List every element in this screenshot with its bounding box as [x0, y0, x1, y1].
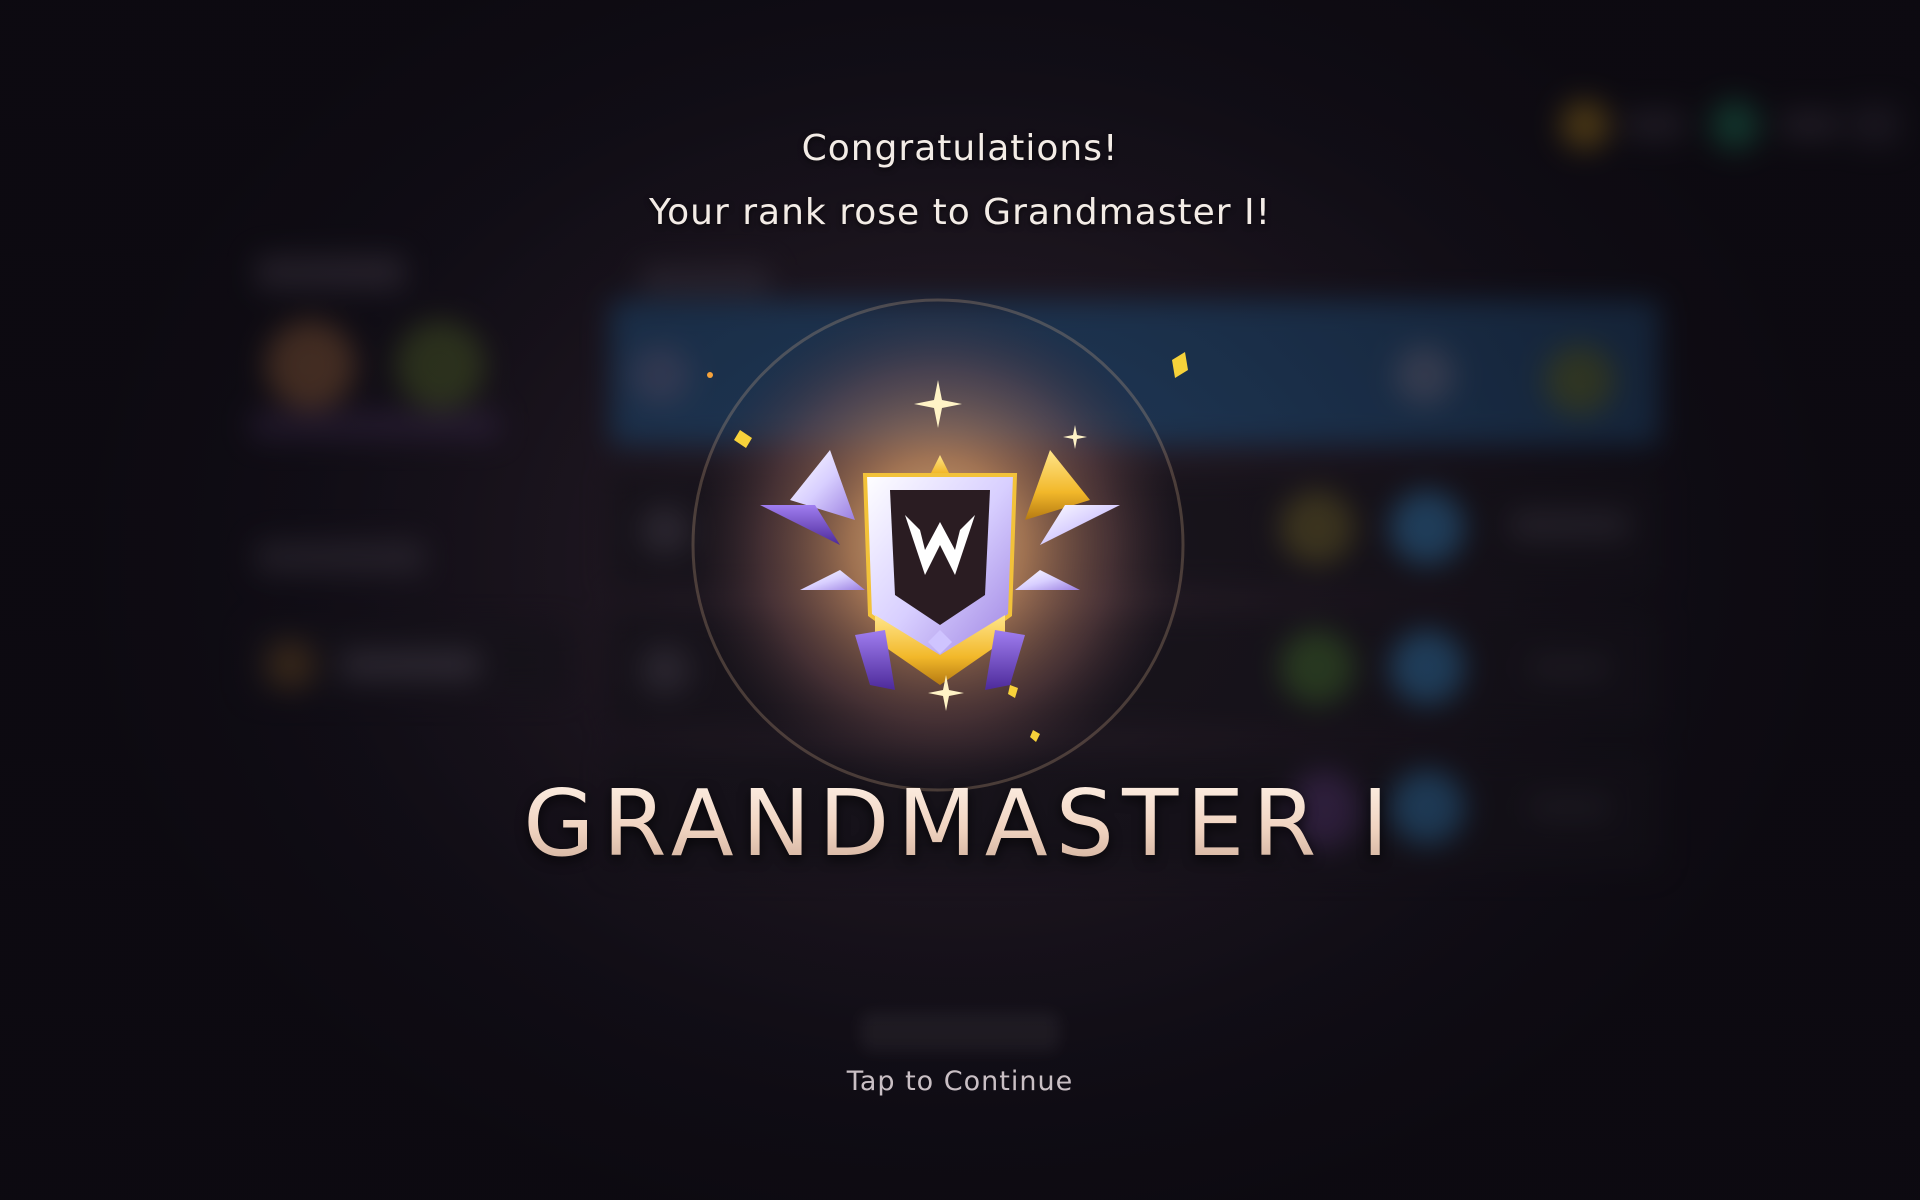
rank-up-message: Your rank rose to Grandmaster I! — [648, 192, 1272, 233]
congrats-title: Congratulations! — [801, 128, 1119, 169]
rank-up-screen[interactable]: Congratulations! Your rank rose to Grand… — [0, 0, 1920, 1200]
rank-title: GRANDMASTER I — [0, 770, 1920, 877]
tap-to-continue-prompt[interactable]: Tap to Continue — [0, 1066, 1920, 1097]
grandmaster-rank-emblem-icon — [680, 290, 1200, 810]
